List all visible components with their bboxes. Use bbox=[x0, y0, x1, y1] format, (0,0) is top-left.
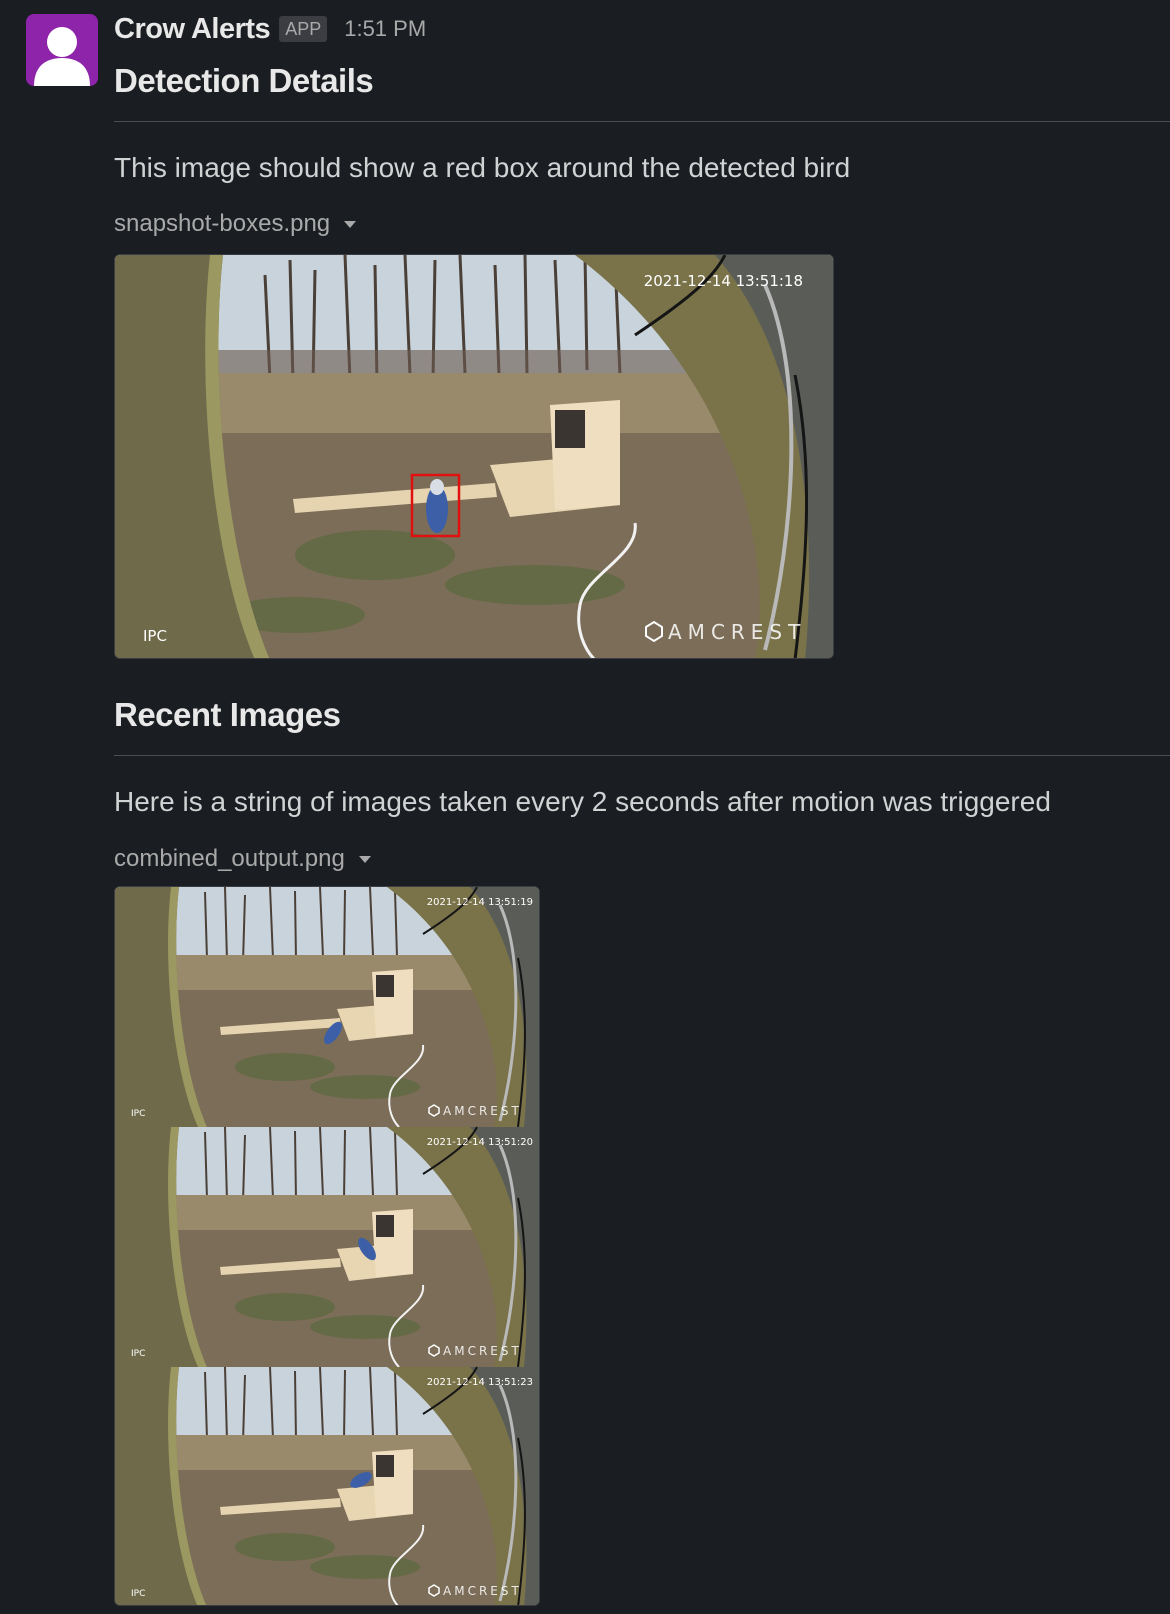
file-name[interactable]: combined_output.png bbox=[114, 845, 345, 873]
frame-brand: AMCREST bbox=[443, 1584, 522, 1598]
app-badge: APP bbox=[279, 16, 328, 42]
camera-channel: IPC bbox=[143, 627, 167, 645]
combined-frames: 2021-12-14 13:51:19 IPC AMCREST 2021-12-… bbox=[115, 887, 539, 1605]
camera-snapshot: 2021-12-14 13:51:18 IPC AMCREST bbox=[115, 255, 833, 658]
amcrest-logo-icon: AMCREST bbox=[645, 620, 806, 644]
detection-title: Detection Details bbox=[114, 62, 374, 99]
frame-channel: IPC bbox=[131, 1349, 145, 1359]
recent-title: Recent Images bbox=[114, 696, 341, 733]
frame-2: 2021-12-14 13:51:20 IPC AMCREST bbox=[115, 1125, 539, 1369]
frame-brand: AMCREST bbox=[443, 1344, 522, 1358]
slack-message: Crow Alerts APP 1:51 PM Detection Detail… bbox=[0, 0, 1170, 1614]
frame-timestamp: 2021-12-14 13:51:20 bbox=[427, 1137, 533, 1148]
caret-down-icon[interactable] bbox=[358, 855, 371, 863]
frame-timestamp: 2021-12-14 13:51:19 bbox=[427, 897, 533, 908]
frame-brand: AMCREST bbox=[443, 1104, 522, 1118]
sender-name[interactable]: Crow Alerts bbox=[114, 13, 271, 46]
detection-file-row[interactable]: snapshot-boxes.png bbox=[114, 210, 357, 238]
frame-timestamp: 2021-12-14 13:51:23 bbox=[427, 1377, 533, 1388]
section-divider bbox=[114, 755, 1170, 756]
message-header: Crow Alerts APP 1:51 PM bbox=[114, 12, 426, 46]
frame-channel: IPC bbox=[131, 1109, 145, 1119]
frame-channel: IPC bbox=[131, 1589, 145, 1599]
frame-1: 2021-12-14 13:51:19 IPC AMCREST bbox=[115, 887, 539, 1129]
section-divider bbox=[114, 121, 1170, 122]
recent-file-row[interactable]: combined_output.png bbox=[114, 845, 371, 873]
caret-down-icon[interactable] bbox=[344, 220, 357, 228]
file-name[interactable]: snapshot-boxes.png bbox=[114, 210, 330, 238]
camera-brand: AMCREST bbox=[668, 620, 806, 644]
avatar[interactable] bbox=[26, 14, 98, 86]
detection-image[interactable]: 2021-12-14 13:51:18 IPC AMCREST bbox=[114, 254, 834, 659]
camera-timestamp: 2021-12-14 13:51:18 bbox=[644, 272, 803, 290]
user-silhouette-icon bbox=[34, 27, 90, 86]
combined-image[interactable]: 2021-12-14 13:51:19 IPC AMCREST 2021-12-… bbox=[114, 886, 540, 1606]
frame-3: 2021-12-14 13:51:23 IPC AMCREST bbox=[115, 1365, 539, 1605]
detection-description: This image should show a red box around … bbox=[114, 152, 851, 183]
recent-description: Here is a string of images taken every 2… bbox=[114, 786, 1051, 817]
message-time[interactable]: 1:51 PM bbox=[344, 16, 426, 42]
